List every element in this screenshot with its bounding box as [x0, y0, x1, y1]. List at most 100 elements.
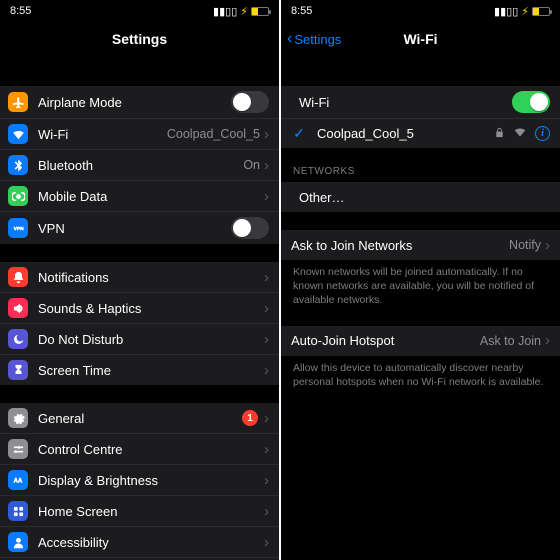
row-label: Control Centre: [38, 442, 264, 457]
grid-icon: [8, 501, 28, 521]
chevron-right-icon: ›: [264, 189, 269, 204]
chevron-right-icon: ›: [264, 301, 269, 316]
hourglass-icon: [8, 360, 28, 380]
sliders-icon: [8, 439, 28, 459]
chevron-left-icon: ‹: [287, 31, 292, 47]
row-airplane[interactable]: Airplane Mode: [0, 86, 279, 118]
battery-icon: [532, 7, 550, 16]
connected-network-row[interactable]: ✓ Coolpad_Cool_5 i: [281, 118, 560, 148]
info-icon[interactable]: i: [535, 126, 550, 141]
row-mobiledata[interactable]: Mobile Data›: [0, 180, 279, 211]
wifi-settings-screen: 8:55 ▮▮▯▯ ⚡︎ ‹ Settings Wi-Fi Wi-Fi ✓ Co…: [281, 0, 560, 560]
connected-network-name: Coolpad_Cool_5: [317, 126, 494, 141]
chevron-right-icon: ›: [545, 333, 550, 348]
row-label: Do Not Disturb: [38, 332, 264, 347]
row-label: Sounds & Haptics: [38, 301, 264, 316]
battery-icon: [251, 7, 269, 16]
svg-text:VPN: VPN: [13, 226, 23, 232]
row-general[interactable]: General1 ›: [0, 403, 279, 433]
checkmark-icon: ✓: [289, 125, 309, 142]
row-wifi[interactable]: Wi-FiCoolpad_Cool_5›: [0, 118, 279, 149]
gear-icon: [8, 408, 28, 428]
auto-join-hotspot-footer: Allow this device to automatically disco…: [281, 356, 560, 389]
row-bluetooth[interactable]: BluetoothOn ›: [0, 149, 279, 180]
row-label: Accessibility: [38, 535, 264, 550]
svg-text:AA: AA: [13, 478, 22, 484]
chevron-right-icon: ›: [264, 442, 269, 457]
ask-to-join-row[interactable]: Ask to Join Networks Notify ›: [281, 230, 560, 260]
row-vpn[interactable]: VPN VPN: [0, 211, 279, 244]
speaker-icon: [8, 298, 28, 318]
nav-header: ‹ Settings Wi-Fi: [281, 22, 560, 56]
antenna-icon: [8, 186, 28, 206]
lock-icon: [494, 126, 505, 141]
chevron-right-icon: ›: [264, 158, 269, 173]
back-label: Settings: [294, 32, 341, 47]
wifi-strength-icon: [513, 125, 527, 142]
chevron-right-icon: ›: [264, 473, 269, 488]
badge: 1: [242, 410, 258, 426]
chevron-right-icon: ›: [264, 332, 269, 347]
chevron-right-icon: ›: [264, 504, 269, 519]
auto-join-hotspot-row[interactable]: Auto-Join Hotspot Ask to Join ›: [281, 326, 560, 356]
row-dnd[interactable]: Do Not Disturb›: [0, 323, 279, 354]
row-accessibility[interactable]: Accessibility›: [0, 526, 279, 557]
settings-root-screen: 8:55 ▮▮▯▯ ⚡︎ Settings Airplane Mode Wi-Fi…: [0, 0, 279, 560]
clock: 8:55: [10, 5, 31, 17]
row-label: Airplane Mode: [38, 95, 231, 110]
row-screentime[interactable]: Screen Time›: [0, 354, 279, 385]
row-notifications[interactable]: Notifications›: [0, 262, 279, 292]
bell-icon: [8, 267, 28, 287]
ask-to-join-value: Notify: [509, 238, 541, 252]
row-detail: On: [243, 158, 260, 172]
moon-icon: [8, 329, 28, 349]
airplane-icon: [8, 92, 28, 112]
settings-list: Airplane ModeWi-FiCoolpad_Cool_5›Bluetoo…: [0, 56, 279, 560]
chevron-right-icon: ›: [264, 270, 269, 285]
lightning-icon: ⚡︎: [240, 5, 248, 18]
row-label: Notifications: [38, 270, 264, 285]
chevron-right-icon: ›: [545, 238, 550, 253]
airplane-toggle[interactable]: [231, 91, 269, 113]
row-label: Screen Time: [38, 363, 264, 378]
row-controlcentre[interactable]: Control Centre›: [0, 433, 279, 464]
back-button[interactable]: ‹ Settings: [287, 22, 341, 56]
ask-to-join-footer: Known networks will be joined automatica…: [281, 260, 560, 308]
signal-icon: ▮▮▯▯: [494, 5, 518, 18]
chevron-right-icon: ›: [264, 535, 269, 550]
chevron-right-icon: ›: [264, 411, 269, 426]
status-icons: ▮▮▯▯ ⚡︎: [494, 5, 550, 18]
status-bar: 8:55 ▮▮▯▯ ⚡︎: [0, 0, 279, 22]
wifi-master-toggle-row[interactable]: Wi-Fi: [281, 86, 560, 118]
signal-icon: ▮▮▯▯: [213, 5, 237, 18]
row-label: Display & Brightness: [38, 473, 264, 488]
chevron-right-icon: ›: [264, 127, 269, 142]
bluetooth-icon: [8, 155, 28, 175]
row-display[interactable]: AA Display & Brightness›: [0, 464, 279, 495]
auto-join-hotspot-value: Ask to Join: [480, 334, 541, 348]
wifi-toggle[interactable]: [512, 91, 550, 113]
wifi-list: Wi-Fi ✓ Coolpad_Cool_5 i NETWORKS: [281, 56, 560, 560]
vpn-toggle[interactable]: [231, 217, 269, 239]
row-label: General: [38, 411, 242, 426]
status-icons: ▮▮▯▯ ⚡︎: [213, 5, 269, 18]
auto-join-hotspot-label: Auto-Join Hotspot: [289, 333, 480, 348]
chevron-right-icon: ›: [264, 363, 269, 378]
row-label: Home Screen: [38, 504, 264, 519]
clock: 8:55: [291, 5, 312, 17]
status-bar: 8:55 ▮▮▯▯ ⚡︎: [281, 0, 560, 22]
networks-section-header: NETWORKS: [281, 148, 560, 182]
wifi-icon: [8, 124, 28, 144]
ask-to-join-label: Ask to Join Networks: [289, 238, 509, 253]
row-home[interactable]: Home Screen›: [0, 495, 279, 526]
nav-title: Settings: [112, 31, 167, 47]
row-sounds[interactable]: Sounds & Haptics›: [0, 292, 279, 323]
row-label: VPN: [38, 221, 231, 236]
other-network-row[interactable]: Other…: [281, 182, 560, 212]
row-label: Wi-Fi: [38, 127, 167, 142]
row-label: Bluetooth: [38, 158, 243, 173]
other-label: Other…: [289, 190, 550, 205]
vpn-icon: VPN: [8, 218, 28, 238]
wifi-label: Wi-Fi: [289, 95, 512, 110]
nav-header: Settings: [0, 22, 279, 56]
